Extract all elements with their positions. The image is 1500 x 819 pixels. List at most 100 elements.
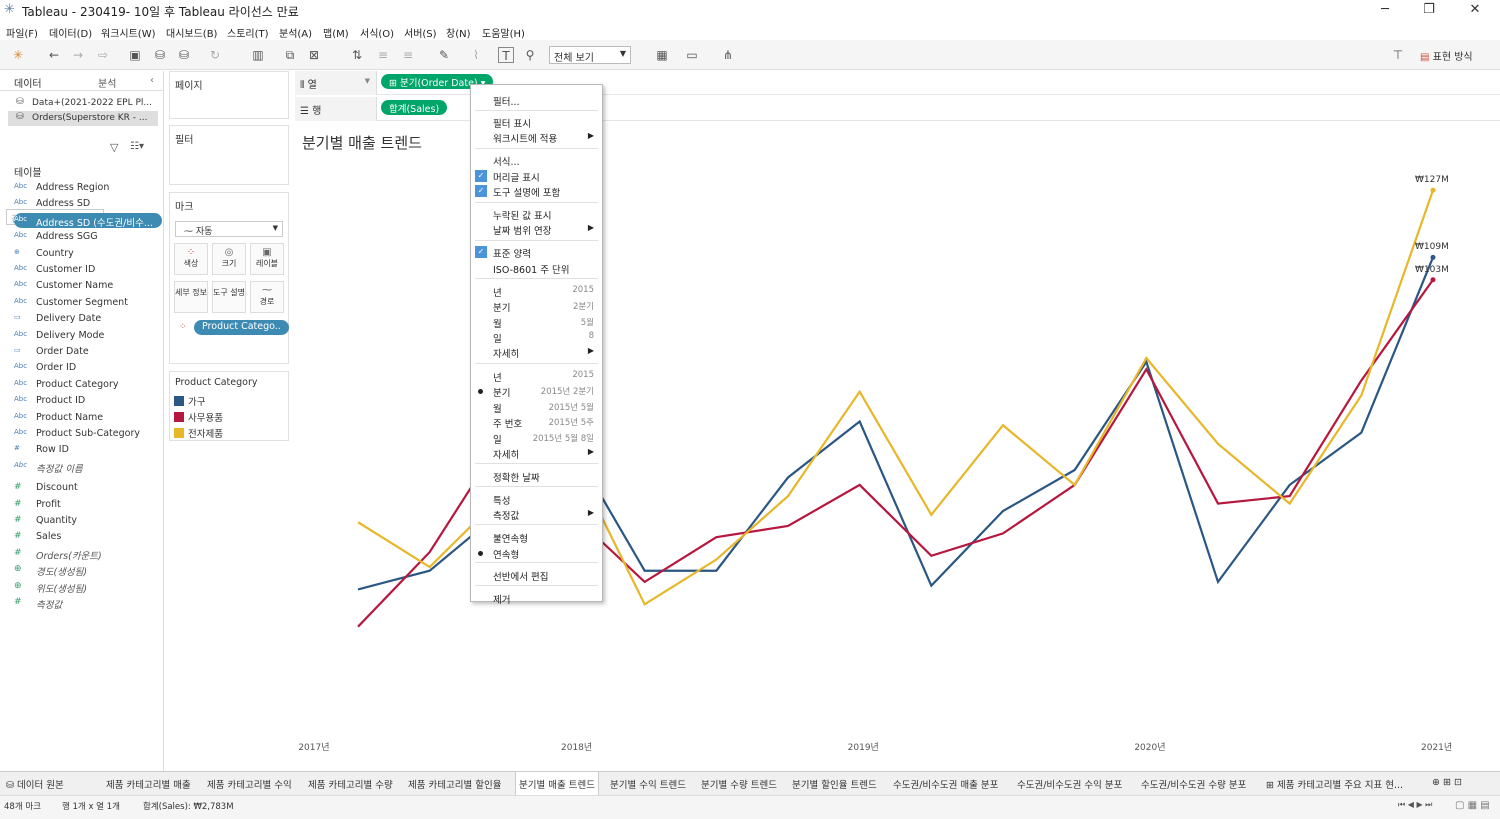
legend-item[interactable]: 가구 bbox=[174, 394, 205, 408]
sign-icon[interactable]: ⊤ bbox=[1390, 47, 1406, 63]
context-menu-item[interactable]: ✓ 머리글 표시 bbox=[471, 170, 602, 185]
measure-field[interactable]: ⊕ 경도(생성됨) bbox=[14, 562, 162, 578]
measure-field[interactable]: ⊕ 위도(생성됨) bbox=[14, 579, 162, 595]
tab-data[interactable]: 데이터 bbox=[14, 75, 42, 90]
menu-data[interactable]: 데이터(D) bbox=[49, 25, 92, 40]
menu-story[interactable]: 스토리(T) bbox=[227, 25, 269, 40]
context-menu-item[interactable]: 일 2015년 5월 8일 bbox=[471, 432, 602, 447]
redo-icon[interactable]: → bbox=[70, 47, 86, 63]
context-menu-item[interactable]: 자세히 ▶ bbox=[471, 346, 602, 361]
dimension-field[interactable]: Abc Address SGG bbox=[14, 229, 162, 244]
dimension-field[interactable]: Abc Product ID bbox=[14, 393, 162, 408]
menu-analysis[interactable]: 분석(A) bbox=[279, 25, 312, 40]
undo-icon[interactable]: ← bbox=[46, 47, 62, 63]
dimension-field[interactable]: Abc Product Name bbox=[14, 410, 162, 425]
sheet-nav-icons[interactable]: ⏮ ◀ ▶ ⏭ bbox=[1398, 800, 1432, 810]
context-menu-item[interactable]: 년 2015 bbox=[471, 370, 602, 385]
presentation-icon[interactable]: ▭ bbox=[684, 47, 700, 63]
context-menu-item[interactable]: 선반에서 편집 bbox=[471, 569, 602, 584]
end-point[interactable] bbox=[1430, 254, 1436, 260]
context-menu-item[interactable]: 누락된 값 표시 bbox=[471, 208, 602, 223]
context-menu-item[interactable]: ✓ 도구 설명에 포함 bbox=[471, 185, 602, 200]
context-menu-item[interactable]: 월 2015년 5월 bbox=[471, 401, 602, 416]
dimension-field[interactable]: Abc Customer ID bbox=[14, 262, 162, 277]
tab-analysis[interactable]: 분석 bbox=[98, 75, 116, 90]
sheet-tab[interactable]: 수도권/비수도권 매출 분포 bbox=[893, 777, 998, 791]
new-datasource-icon[interactable]: ⛁ bbox=[152, 47, 168, 63]
context-menu-item[interactable]: 제거 bbox=[471, 592, 602, 607]
refresh-icon[interactable]: ↻ bbox=[207, 47, 223, 63]
context-menu-item[interactable]: 분기 2015년 2분기 bbox=[471, 385, 602, 400]
menu-map[interactable]: 맵(M) bbox=[323, 25, 349, 40]
menu-help[interactable]: 도움말(H) bbox=[482, 25, 525, 40]
sheet-tab[interactable]: 제품 카테고리별 수량 bbox=[308, 777, 393, 791]
context-menu-item[interactable]: 월 5월 bbox=[471, 316, 602, 331]
measure-field[interactable]: # 측정값 bbox=[14, 595, 162, 611]
dimension-field[interactable]: ⊕ Country bbox=[14, 246, 162, 261]
context-menu-item[interactable]: 필터 표시 bbox=[471, 116, 602, 131]
tableau-icon[interactable]: ✳ bbox=[10, 47, 26, 63]
share-icon[interactable]: ⋔ bbox=[720, 47, 736, 63]
label-mark-button[interactable]: ▣ 레이블 bbox=[250, 243, 284, 275]
measure-field[interactable]: # Quantity bbox=[14, 513, 162, 528]
view-mode-icons[interactable]: ▢ ▦ ▤ bbox=[1455, 800, 1490, 811]
menu-server[interactable]: 서버(S) bbox=[404, 25, 437, 40]
sheet-tab[interactable]: ⊞ 제품 카테고리별 주요 지표 현... bbox=[1266, 777, 1403, 791]
context-menu-item[interactable]: ISO-8601 주 단위 bbox=[471, 262, 602, 277]
context-menu-item[interactable]: 불연속형 bbox=[471, 531, 602, 546]
group-icon[interactable]: ⌇ bbox=[468, 47, 484, 63]
dimension-field[interactable]: Abc Product Category bbox=[14, 377, 162, 392]
size-mark-button[interactable]: ◎ 크기 bbox=[212, 243, 246, 275]
view-size-select[interactable]: 전체 보기 ▼ bbox=[549, 46, 631, 64]
context-menu-item[interactable]: 분기 2분기 bbox=[471, 300, 602, 315]
new-worksheet-icon[interactable]: ▥ bbox=[250, 47, 266, 63]
context-menu-item[interactable]: 서식... bbox=[471, 154, 602, 169]
sheet-tab[interactable]: 제품 카테고리별 수익 bbox=[207, 777, 292, 791]
sheet-tab[interactable]: 분기별 할인율 트렌드 bbox=[792, 777, 877, 791]
pin-icon[interactable]: ⚲ bbox=[522, 47, 538, 63]
replay-icon[interactable]: ⇨ bbox=[95, 47, 111, 63]
end-point[interactable] bbox=[1430, 277, 1436, 283]
context-menu-item[interactable]: 자세히 ▶ bbox=[471, 447, 602, 462]
measure-field[interactable]: # Sales bbox=[14, 529, 162, 544]
dimension-field[interactable]: Abc Address SD bbox=[14, 196, 162, 211]
context-menu-item[interactable]: 주 번호 2015년 5주 bbox=[471, 416, 602, 431]
context-menu-item[interactable]: 연속형 bbox=[471, 547, 602, 562]
menu-window[interactable]: 창(N) bbox=[446, 25, 470, 40]
swap-icon[interactable]: ⇅ bbox=[349, 47, 365, 63]
legend-item[interactable]: 전자제품 bbox=[174, 426, 223, 440]
dimension-field[interactable]: Abc Customer Segment bbox=[14, 295, 162, 310]
sort-desc-icon[interactable]: ≡ bbox=[400, 47, 416, 63]
maximize-button[interactable]: ❐ bbox=[1414, 2, 1444, 20]
dimension-field[interactable]: # Row ID bbox=[14, 442, 162, 457]
detail-mark-button[interactable]: 세부 정보 bbox=[174, 281, 208, 313]
context-menu-item[interactable]: 년 2015 bbox=[471, 285, 602, 300]
dimension-field[interactable]: Abc Product Sub-Category bbox=[14, 426, 162, 441]
datasource-item[interactable]: ⛁ Orders(Superstore KR - ... bbox=[8, 111, 158, 126]
rows-pill[interactable]: 합계(Sales) bbox=[381, 100, 448, 115]
path-mark-button[interactable]: ⁓ 경로 bbox=[250, 281, 284, 313]
minimize-button[interactable]: ─ bbox=[1370, 2, 1400, 20]
duplicate-icon[interactable]: ⧉ bbox=[282, 47, 298, 63]
save-icon[interactable]: ▣ bbox=[127, 47, 143, 63]
pages-card[interactable]: 페이지 bbox=[169, 71, 289, 119]
sheet-tab[interactable]: 수도권/비수도권 수량 분포 bbox=[1141, 777, 1246, 791]
sheet-tab[interactable]: 수도권/비수도권 수익 분포 bbox=[1017, 777, 1122, 791]
filters-card[interactable]: 필터 bbox=[169, 125, 289, 185]
close-button[interactable]: ✕ bbox=[1460, 2, 1490, 20]
dimension-field[interactable]: Abc Delivery Mode bbox=[14, 328, 162, 343]
datasource-item[interactable]: ⛁ Data+(2021-2022 EPL Pl... bbox=[8, 96, 158, 111]
end-point[interactable] bbox=[1430, 187, 1436, 193]
sort-asc-icon[interactable]: ≡ bbox=[375, 47, 391, 63]
dimension-field[interactable]: Abc Customer Name bbox=[14, 278, 162, 293]
color-mark-button[interactable]: ⁘ 색상 bbox=[174, 243, 208, 275]
mark-color-pill[interactable]: Product Catego.. bbox=[194, 320, 289, 335]
measure-field[interactable]: # Profit bbox=[14, 497, 162, 512]
menu-format[interactable]: 서식(O) bbox=[360, 25, 394, 40]
measure-field[interactable]: # Discount bbox=[14, 480, 162, 495]
labels-icon[interactable]: T bbox=[498, 47, 514, 63]
tooltip-mark-button[interactable]: 도구 설명 bbox=[212, 281, 246, 313]
dimension-field[interactable]: Abc 측정값 이름 bbox=[14, 459, 162, 475]
list-view-icon[interactable]: ☷▾ bbox=[130, 141, 144, 152]
sheet-tab[interactable]: 제품 카테고리별 매출 bbox=[106, 777, 191, 791]
